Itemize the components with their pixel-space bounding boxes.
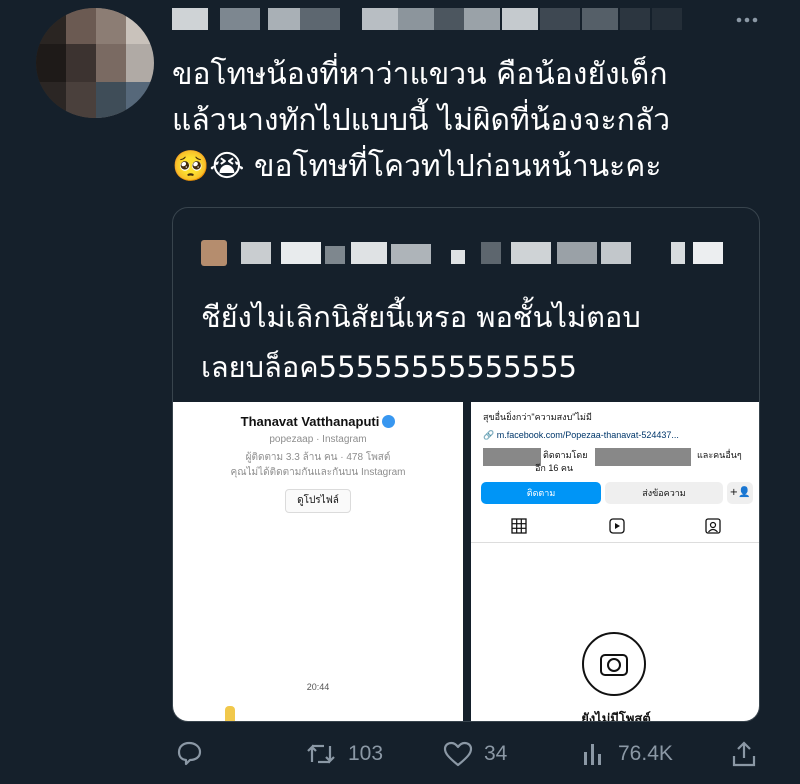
tagged-icon	[705, 518, 721, 534]
view-profile-button: ดูโปรไฟล์	[285, 489, 351, 513]
ig-message-button: ส่งข้อความ	[605, 482, 723, 504]
heart-icon	[443, 741, 473, 767]
tweet-action-bar: 103 34 76.4K	[0, 734, 800, 774]
ig-profile-tabs	[471, 510, 759, 543]
share-icon	[732, 741, 756, 767]
share-button[interactable]	[730, 740, 768, 768]
tweet-text: ขอโทษน้องที่หาว่าแขวน คือน้องยังเด็ก แล้…	[172, 57, 671, 184]
analytics-icon	[584, 744, 601, 765]
reels-icon	[609, 518, 625, 534]
ig-stats: ผู้ติดตาม 3.3 ล้าน คน · 478 โพสต์	[245, 452, 391, 463]
retweet-count: 103	[348, 742, 384, 765]
ig-profile-name: Thanavat Vatthanaputi	[173, 414, 463, 429]
reply-button[interactable]	[174, 740, 214, 768]
quoted-author-redacted	[201, 236, 723, 270]
add-person-icon: +👤	[727, 482, 753, 504]
author-name-redacted	[172, 4, 712, 30]
more-options-icon[interactable]	[730, 8, 764, 32]
ig-follow-note: คุณไม่ได้ติดตามกันและกันบน Instagram	[230, 467, 406, 478]
ig-followed-by: ติดตามโดย และคนอื่นๆ อีก 16 คน	[483, 448, 753, 473]
ig-link: 🔗 m.facebook.com/Popezaa-thanavat-524437…	[483, 430, 679, 440]
emoji-hand-icon	[225, 706, 235, 721]
image-right-screenshot[interactable]: สุขอื่นยิ่งกว่า"ความสงบ"ไม่มี 🔗 m.facebo…	[471, 402, 759, 722]
quoted-tweet[interactable]: ชียังไม่เลิกนิสัยนี้เหรอ พอชั้นไม่ตอบ เล…	[172, 207, 760, 722]
message-time: 20:44	[306, 682, 330, 692]
ig-follow-button: ติดตาม	[481, 482, 601, 504]
views-count: 76.4K	[618, 742, 673, 765]
author-avatar[interactable]	[36, 8, 154, 118]
ig-no-posts: ยังไม่มีโพสต์	[581, 711, 651, 722]
grid-icon	[511, 518, 527, 534]
views-button[interactable]: 76.4K	[580, 740, 673, 768]
retweet-button[interactable]: 103	[304, 740, 383, 768]
like-button[interactable]: 34	[442, 740, 507, 768]
verified-badge-icon	[382, 415, 396, 428]
quoted-tweet-images[interactable]: Thanavat Vatthanaputi popezaap · Instagr…	[173, 402, 759, 722]
ig-handle: popezaap · Instagram	[269, 434, 367, 445]
retweet-icon	[307, 744, 335, 764]
image-left-screenshot[interactable]: Thanavat Vatthanaputi popezaap · Instagr…	[173, 402, 463, 721]
ig-bio: สุขอื่นยิ่งกว่า"ความสงบ"ไม่มี	[483, 412, 592, 422]
link-icon: 🔗	[483, 430, 495, 440]
quoted-tweet-text: ชียังไม่เลิกนิสัยนี้เหรอ พอชั้นไม่ตอบ เล…	[201, 300, 641, 384]
camera-icon	[582, 632, 646, 696]
like-count: 34	[484, 742, 508, 765]
reply-icon	[177, 741, 202, 766]
